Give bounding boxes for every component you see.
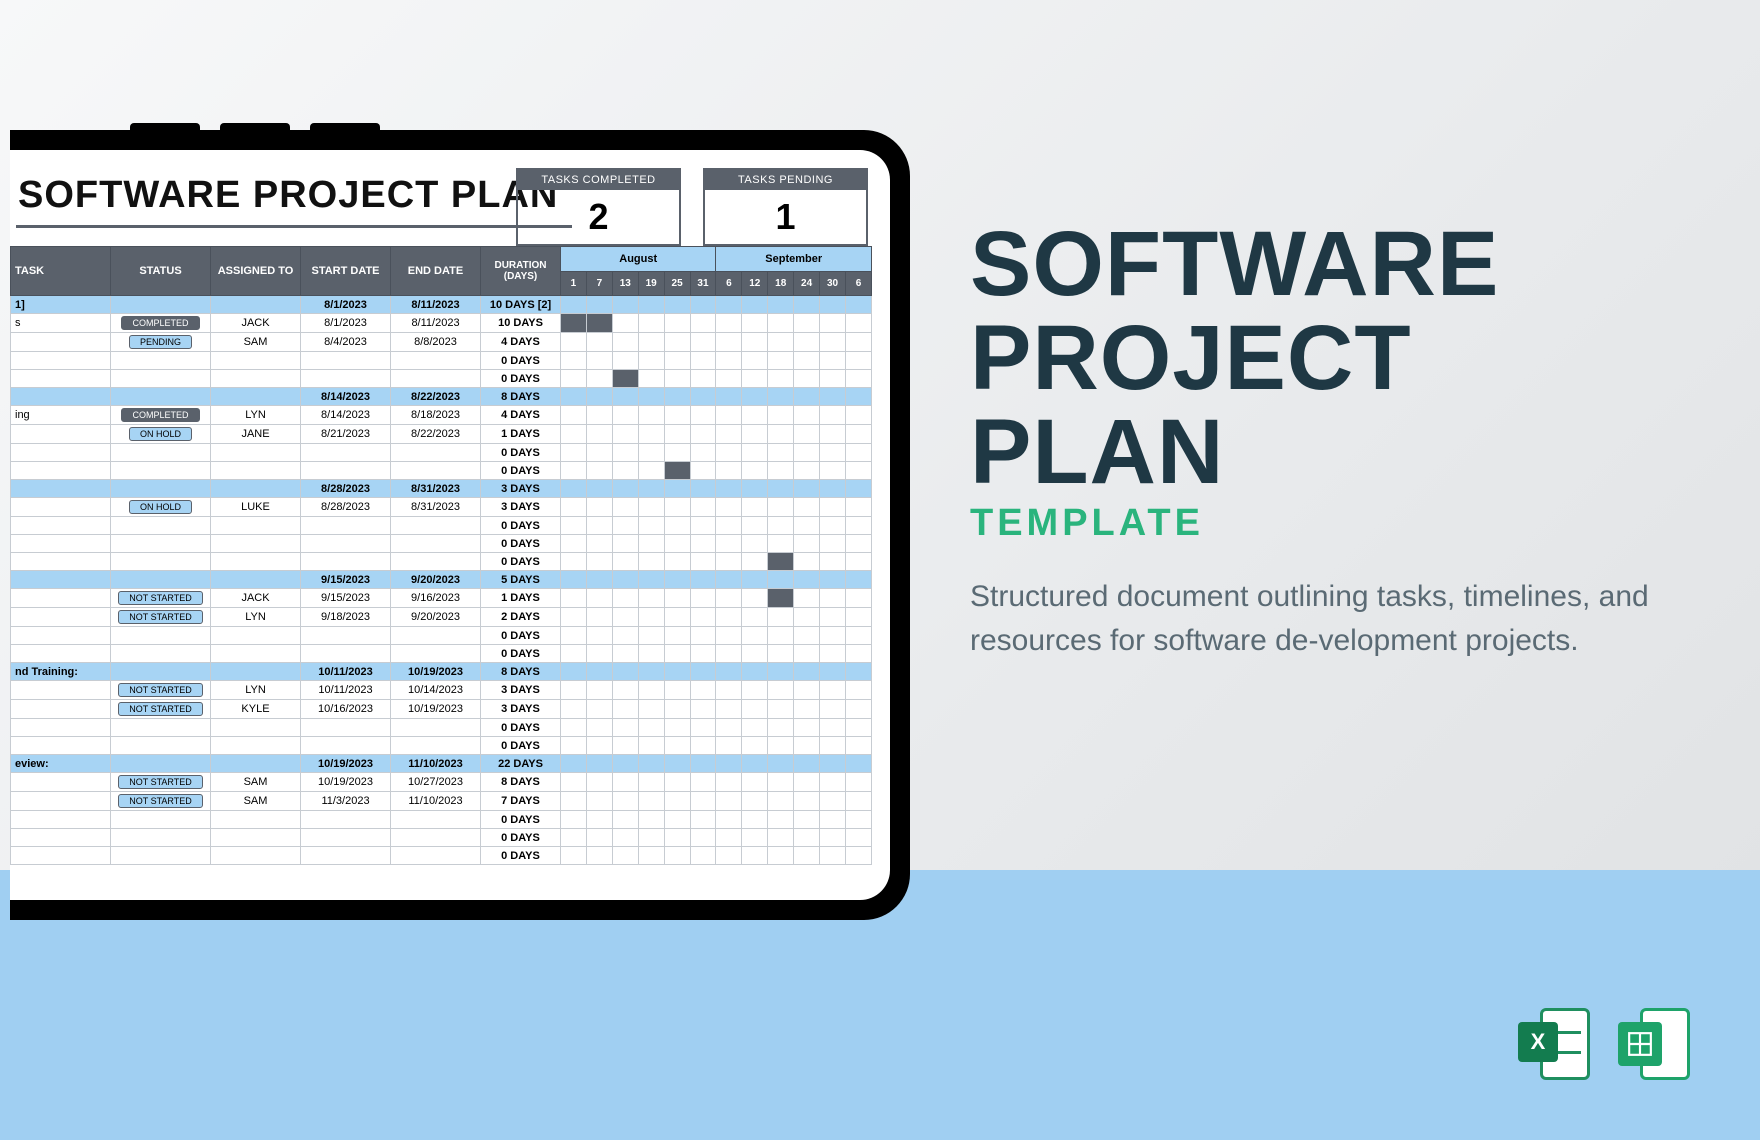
table-row: NOT STARTEDSAM11/3/202311/10/20237 DAYS [11, 792, 872, 811]
table-row: NOT STARTEDKYLE10/16/202310/19/20233 DAY… [11, 700, 872, 719]
title-underline [16, 225, 572, 228]
col-assigned: ASSIGNED TO [211, 247, 301, 296]
grid-icon [1627, 1031, 1653, 1057]
day-col-2: 13 [612, 272, 638, 296]
month-august: August [561, 247, 716, 272]
plan-table: TASK STATUS ASSIGNED TO START DATE END D… [10, 246, 872, 865]
table-row: 0 DAYS [11, 535, 872, 553]
table-row: 0 DAYS [11, 829, 872, 847]
table-row: NOT STARTEDLYN9/18/20239/20/20232 DAYS [11, 608, 872, 627]
table-row: 0 DAYS [11, 462, 872, 480]
gantt-bar [665, 462, 690, 479]
status-pill: NOT STARTED [118, 702, 203, 716]
day-col-8: 18 [768, 272, 794, 296]
gantt-bar [561, 314, 586, 332]
table-row: 0 DAYS [11, 352, 872, 370]
table-row: 0 DAYS [11, 737, 872, 755]
day-col-1: 7 [586, 272, 612, 296]
tablet-hardware-buttons [130, 120, 400, 130]
promo-subtitle: TEMPLATE [970, 502, 1650, 545]
status-pill: NOT STARTED [118, 775, 203, 789]
group-header: 9/15/20239/20/20235 DAYS [11, 571, 872, 589]
gantt-bar [768, 553, 793, 570]
group-header: 8/28/20238/31/20233 DAYS [11, 480, 872, 498]
gantt-bar [613, 370, 638, 387]
day-col-11: 6 [845, 272, 871, 296]
gantt-bar [768, 589, 793, 607]
promo-description: Structured document outlining tasks, tim… [970, 575, 1650, 663]
table-row: ON HOLDJANE8/21/20238/22/20231 DAYS [11, 425, 872, 444]
table-row: 0 DAYS [11, 517, 872, 535]
promo-text: SOFTWARE PROJECT PLAN TEMPLATE Structure… [970, 220, 1650, 663]
day-col-6: 6 [716, 272, 742, 296]
excel-icon: X [1518, 1008, 1590, 1080]
kpi-value: 1 [705, 190, 866, 244]
kpi-pending: TASKS PENDING 1 [703, 168, 868, 246]
status-pill: NOT STARTED [118, 610, 203, 624]
status-pill: COMPLETED [121, 408, 199, 422]
status-pill: ON HOLD [129, 500, 192, 514]
day-col-9: 24 [794, 272, 820, 296]
table-row: PENDINGSAM8/4/20238/8/20234 DAYS [11, 333, 872, 352]
table-row: NOT STARTEDJACK9/15/20239/16/20231 DAYS [11, 589, 872, 608]
kpi-panel: TASKS COMPLETED 2 TASKS PENDING 1 [516, 168, 868, 246]
status-pill: NOT STARTED [118, 683, 203, 697]
group-header: nd Training:10/11/202310/19/20238 DAYS [11, 663, 872, 681]
day-col-0: 1 [561, 272, 587, 296]
tablet-mockup: SOFTWARE PROJECT PLAN TASKS COMPLETED 2 … [10, 130, 910, 920]
table-row: NOT STARTEDLYN10/11/202310/14/20233 DAYS [11, 681, 872, 700]
table-row: 0 DAYS [11, 847, 872, 865]
group-header: 8/14/20238/22/20238 DAYS [11, 388, 872, 406]
status-pill: ON HOLD [129, 427, 192, 441]
day-col-5: 31 [690, 272, 716, 296]
table-row: 0 DAYS [11, 627, 872, 645]
table-row: 0 DAYS [11, 811, 872, 829]
day-col-4: 25 [664, 272, 690, 296]
app-icons: X [1518, 1008, 1690, 1080]
col-status: STATUS [111, 247, 211, 296]
status-pill: NOT STARTED [118, 794, 203, 808]
col-duration: DURATION (DAYS) [481, 247, 561, 296]
header-row-months: TASK STATUS ASSIGNED TO START DATE END D… [11, 247, 872, 272]
table-row: 0 DAYS [11, 645, 872, 663]
screen: SOFTWARE PROJECT PLAN TASKS COMPLETED 2 … [10, 150, 890, 900]
col-end: END DATE [391, 247, 481, 296]
table-row: 0 DAYS [11, 370, 872, 388]
promo-title-line1: SOFTWARE [970, 220, 1650, 308]
table-row: 0 DAYS [11, 553, 872, 571]
month-september: September [716, 247, 872, 272]
day-col-10: 30 [820, 272, 846, 296]
status-pill: PENDING [129, 335, 192, 349]
gantt-bar [587, 314, 612, 332]
table-row: ingCOMPLETEDLYN8/14/20238/18/20234 DAYS [11, 406, 872, 425]
table-row: sCOMPLETEDJACK8/1/20238/11/202310 DAYS [11, 314, 872, 333]
status-pill: COMPLETED [121, 316, 199, 330]
table-row: 0 DAYS [11, 719, 872, 737]
google-sheets-icon [1618, 1008, 1690, 1080]
table-row: NOT STARTEDSAM10/19/202310/27/20238 DAYS [11, 773, 872, 792]
kpi-label: TASKS COMPLETED [518, 170, 679, 190]
group-header: 1]8/1/20238/11/202310 DAYS [2] [11, 296, 872, 314]
kpi-value: 2 [518, 190, 679, 244]
kpi-label: TASKS PENDING [705, 170, 866, 190]
promo-title-line3: PLAN [970, 408, 1650, 496]
col-start: START DATE [301, 247, 391, 296]
table-row: 0 DAYS [11, 444, 872, 462]
kpi-completed: TASKS COMPLETED 2 [516, 168, 681, 246]
col-task: TASK [11, 247, 111, 296]
status-pill: NOT STARTED [118, 591, 203, 605]
day-col-3: 19 [638, 272, 664, 296]
promo-title-line2: PROJECT [970, 314, 1650, 402]
day-col-7: 12 [742, 272, 768, 296]
table-row: ON HOLDLUKE8/28/20238/31/20233 DAYS [11, 498, 872, 517]
group-header: eview:10/19/202311/10/202322 DAYS [11, 755, 872, 773]
